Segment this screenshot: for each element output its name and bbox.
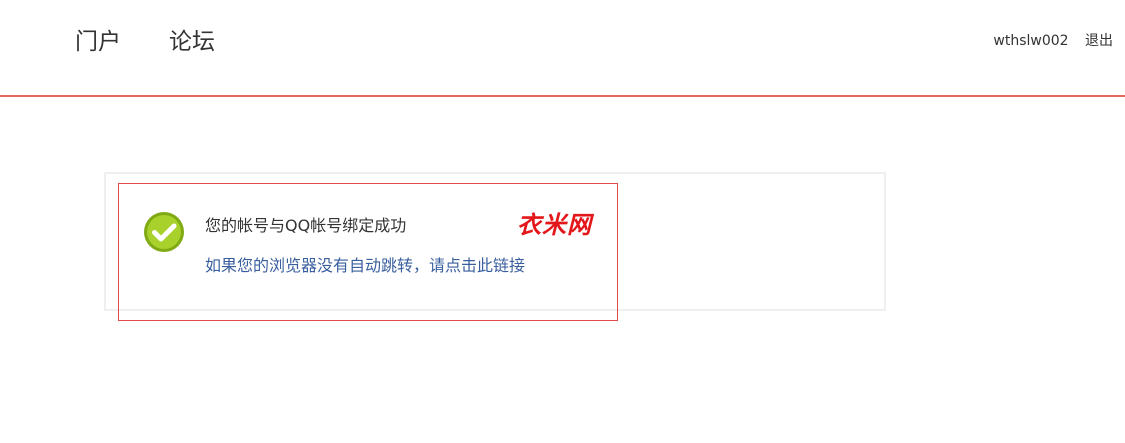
nav-portal-link[interactable]: 门户 — [75, 22, 121, 56]
user-area: wthslw002 退出 — [993, 30, 1113, 50]
success-message: 您的帐号与QQ帐号绑定成功 — [205, 216, 407, 235]
logout-link[interactable]: 退出 — [1085, 33, 1113, 49]
check-circle-icon — [144, 212, 184, 252]
username-link[interactable]: wthslw002 — [993, 33, 1068, 49]
watermark-logo: 衣米网 — [517, 211, 592, 239]
redirect-link[interactable]: 如果您的浏览器没有自动跳转，请点击此链接 — [205, 252, 525, 276]
nav-forum-link[interactable]: 论坛 — [169, 22, 215, 56]
top-header: 门户 论坛 wthslw002 退出 — [0, 0, 1125, 97]
